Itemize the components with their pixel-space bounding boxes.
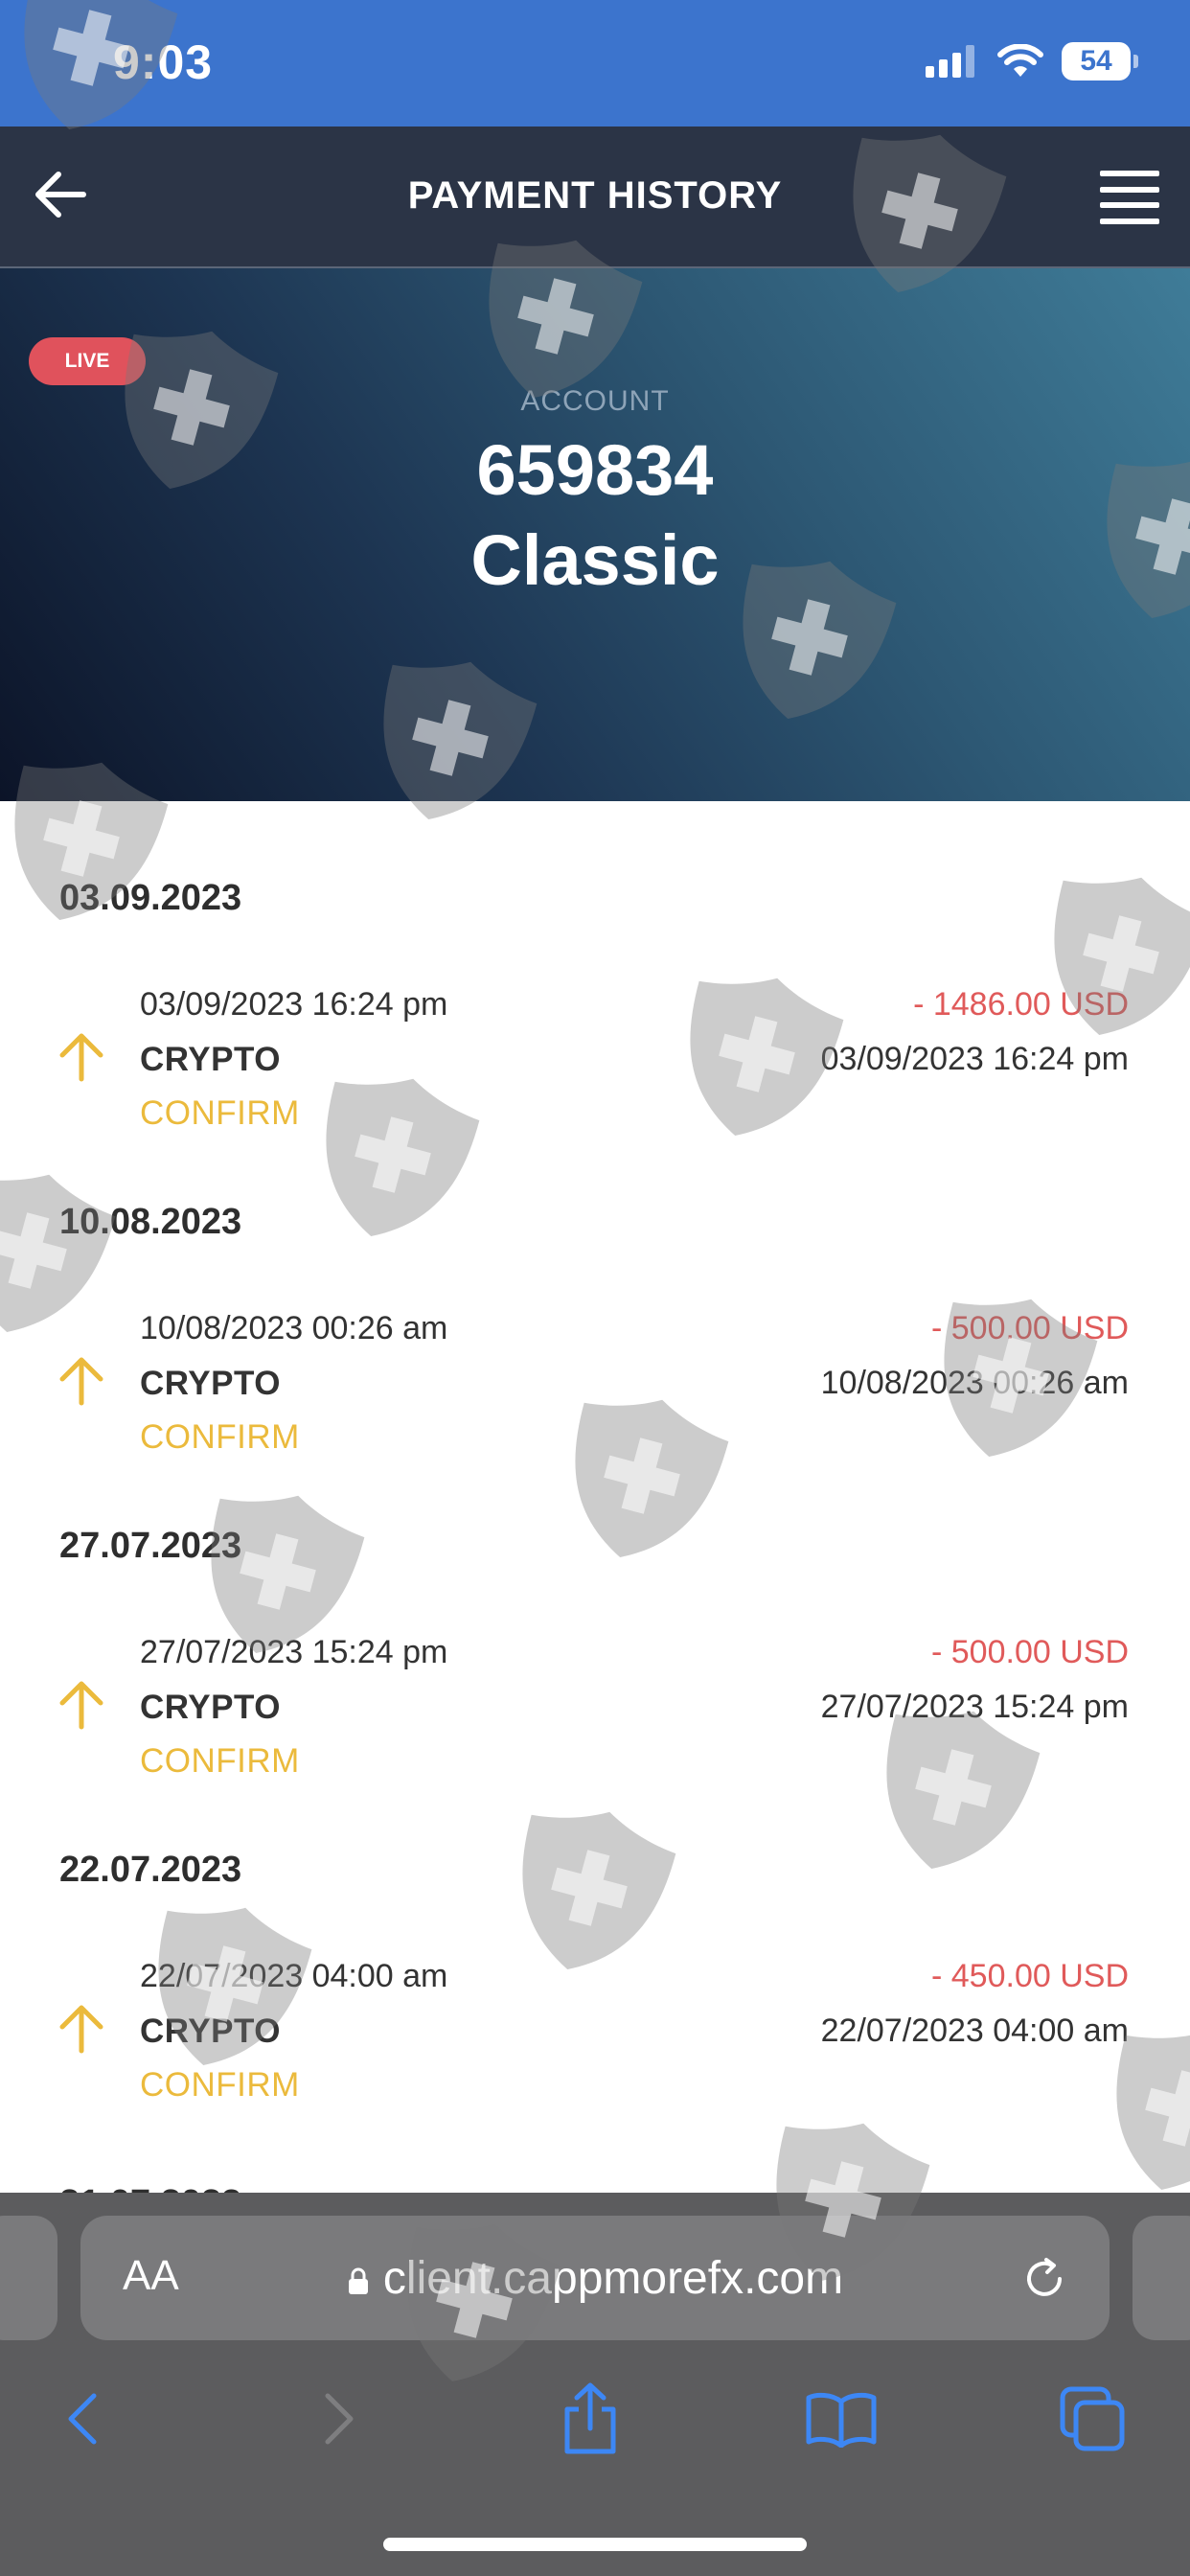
app-header: PAYMENT HISTORY	[0, 126, 1190, 268]
transaction-datetime: 03/09/2023 16:24 pm	[140, 986, 448, 1023]
book-icon	[806, 2392, 877, 2448]
account-label: ACCOUNT	[520, 385, 670, 417]
share-icon	[564, 2382, 616, 2454]
transaction-datetime-right: 10/08/2023 00:26 am	[820, 1365, 1129, 1401]
transaction-method: CRYPTO	[140, 2012, 281, 2050]
battery-icon: 54	[1062, 42, 1138, 80]
live-badge: LIVE	[29, 337, 146, 385]
transaction-method: CRYPTO	[140, 1365, 281, 1402]
transaction-amount: - 1486.00 USD	[913, 986, 1129, 1023]
home-indicator	[383, 2538, 807, 2551]
transaction-datetime: 10/08/2023 00:26 am	[140, 1310, 448, 1346]
transaction-amount: - 450.00 USD	[931, 1958, 1129, 1994]
status-icons: 54	[926, 42, 1138, 80]
group-date-partial: 21.07.2023	[59, 2183, 241, 2193]
transaction-row[interactable]: 03/09/2023 16:24 pm CRYPTO CONFIRM - 148…	[0, 801, 1190, 1132]
transaction-group: 27.07.2023 27/07/2023 15:24 pm CRYPTO CO…	[0, 1449, 1190, 1780]
arrow-up-icon	[59, 1033, 103, 1082]
transaction-datetime: 22/07/2023 04:00 am	[140, 1958, 448, 1994]
transaction-method: CRYPTO	[140, 1689, 281, 1726]
reload-icon[interactable]	[1018, 2252, 1071, 2306]
transaction-row[interactable]: 27/07/2023 15:24 pm CRYPTO CONFIRM - 500…	[0, 1449, 1190, 1780]
transaction-datetime: 27/07/2023 15:24 pm	[140, 1634, 448, 1670]
transaction-list[interactable]: 03.09.2023 03/09/2023 16:24 pm CRYPTO CO…	[0, 801, 1190, 2193]
arrow-up-icon	[59, 1681, 103, 1730]
status-time: 9:03	[113, 35, 214, 89]
arrow-up-icon	[59, 2005, 103, 2054]
url-field[interactable]: client.cappmorefx.com	[80, 2252, 1110, 2305]
status-bar: 9:03 54	[0, 0, 1190, 126]
browser-forward-button[interactable]	[301, 2380, 378, 2457]
transaction-row[interactable]: 22/07/2023 04:00 am CRYPTO CONFIRM - 450…	[0, 1773, 1190, 2104]
previous-tab-peek[interactable]	[0, 2216, 57, 2340]
browser-toolbar: AA client.cappmorefx.com	[0, 2193, 1190, 2576]
browser-back-button[interactable]	[44, 2380, 121, 2457]
transaction-row[interactable]: 10/08/2023 00:26 am CRYPTO CONFIRM - 500…	[0, 1125, 1190, 1456]
tabs-icon	[1060, 2386, 1125, 2451]
wifi-icon	[997, 44, 1043, 77]
page-title: PAYMENT HISTORY	[407, 174, 783, 217]
transaction-group: 03.09.2023 03/09/2023 16:24 pm CRYPTO CO…	[0, 801, 1190, 1132]
transaction-status: CONFIRM	[140, 2066, 300, 2104]
menu-button[interactable]	[1100, 171, 1159, 224]
transaction-group: 22.07.2023 22/07/2023 04:00 am CRYPTO CO…	[0, 1773, 1190, 2104]
url-text: client.cappmorefx.com	[382, 2253, 844, 2304]
transaction-amount: - 500.00 USD	[931, 1634, 1129, 1670]
transaction-group: 10.08.2023 10/08/2023 00:26 am CRYPTO CO…	[0, 1125, 1190, 1456]
transaction-datetime-right: 27/07/2023 15:24 pm	[820, 1689, 1129, 1725]
share-button[interactable]	[552, 2380, 629, 2457]
tabs-button[interactable]	[1054, 2380, 1131, 2457]
hamburger-menu-icon	[1100, 171, 1159, 176]
chevron-right-icon	[325, 2393, 354, 2445]
transaction-datetime-right: 03/09/2023 16:24 pm	[820, 1041, 1129, 1077]
safari-nav-toolbar	[0, 2356, 1190, 2499]
account-banner: LIVE ACCOUNT 659834 Classic	[0, 268, 1190, 801]
transaction-method: CRYPTO	[140, 1041, 281, 1078]
arrow-up-icon	[59, 1357, 103, 1406]
lock-icon	[348, 2267, 368, 2294]
account-number: 659834	[476, 430, 714, 510]
chevron-left-icon	[68, 2393, 97, 2445]
account-type: Classic	[470, 520, 720, 600]
bookmarks-button[interactable]	[803, 2380, 880, 2457]
address-bar[interactable]: AA client.cappmorefx.com	[80, 2216, 1110, 2340]
cellular-signal-icon	[926, 45, 974, 78]
next-tab-peek[interactable]	[1133, 2216, 1190, 2340]
transaction-datetime-right: 22/07/2023 04:00 am	[820, 2012, 1129, 2049]
transaction-amount: - 500.00 USD	[931, 1310, 1129, 1346]
